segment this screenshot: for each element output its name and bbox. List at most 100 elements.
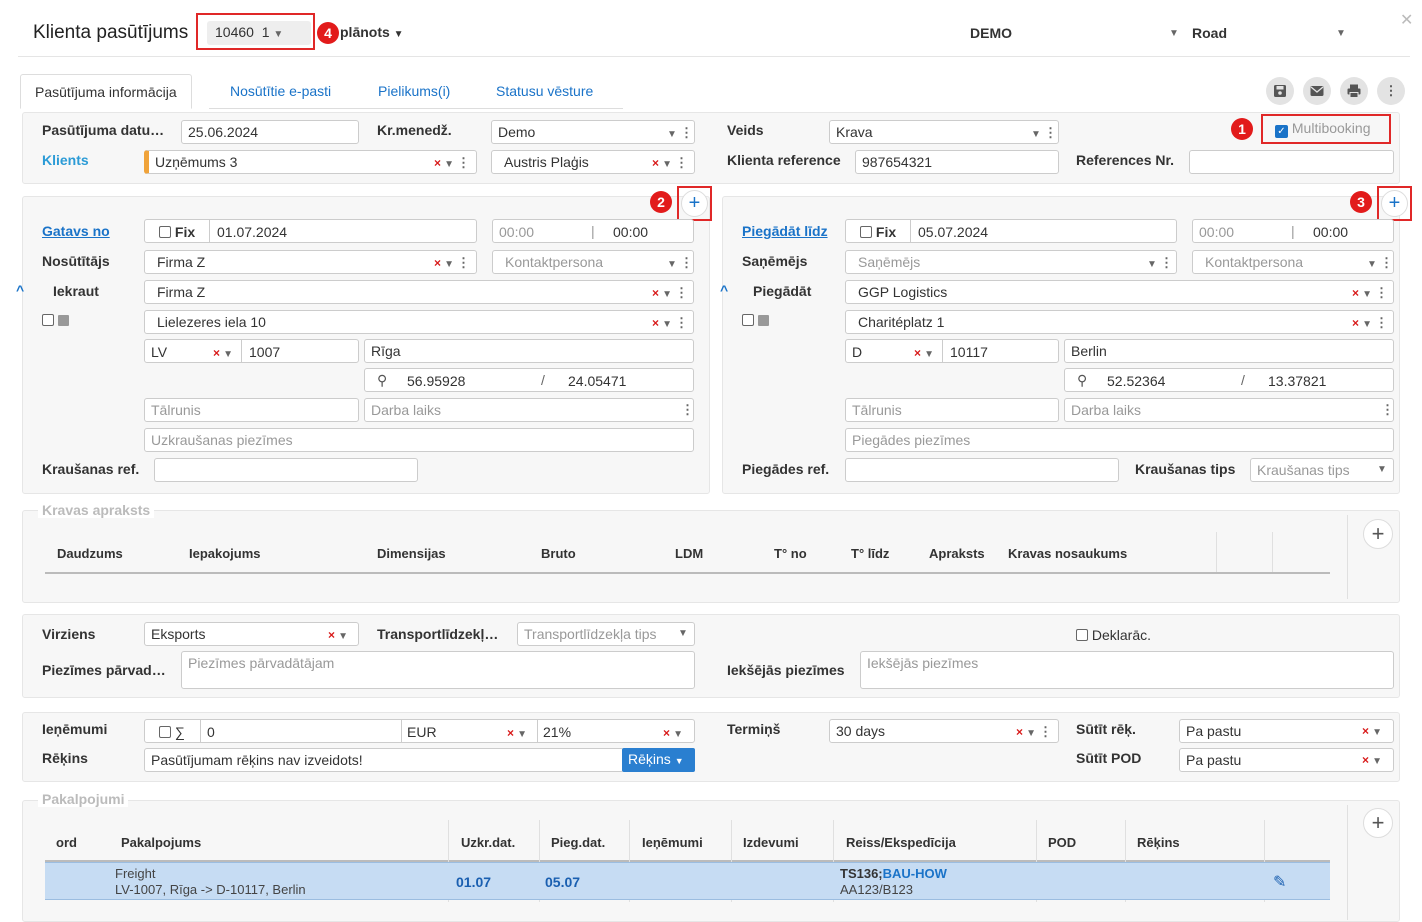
vehicle-type-select[interactable]: Transportlīdzekļa tips [517,622,695,646]
revenue-field[interactable]: ∑ 0 EUR × ▼ 21% × ▼ [144,719,695,743]
hours-more-icon[interactable]: ⋮ [1381,402,1394,418]
pickup-time-range[interactable]: 00:00 | 00:00 [492,219,694,243]
pickup-hours-input[interactable]: Darba laiks [364,398,694,422]
more-options-icon[interactable]: ⋮ [1377,77,1405,105]
trip-number[interactable]: TS136;BAU-HOW [840,866,947,881]
sender-select[interactable]: Firma Z [144,250,477,274]
invoice-button[interactable]: Rēķins ▼ [622,748,695,772]
save-address-checkbox[interactable] [42,312,69,328]
receiver-contact-select[interactable]: Kontaktpersona [1192,250,1394,274]
revenue-currency: EUR [407,724,437,740]
send-pod-controls[interactable]: × ▼ [1362,753,1382,767]
delivery-address-select[interactable]: Charitéplatz 1 [845,310,1394,334]
chevron-down-icon[interactable]: ▼ [678,628,688,639]
sender-contact-controls[interactable]: ▼ ⋮ [667,255,693,271]
table-row[interactable]: Freight LV-1007, Rīga -> D-10117, Berlin… [45,862,1330,900]
delivery-ref-input[interactable] [845,458,1119,482]
manager-controls[interactable]: ▼ ⋮ [667,125,693,141]
transport-select[interactable]: Road [1192,25,1227,41]
expedition-link[interactable]: BAU-HOW [883,866,947,881]
contact-controls[interactable]: × ▼ ⋮ [652,155,688,171]
load-place-controls[interactable]: × ▼ ⋮ [652,285,688,301]
sender-controls[interactable]: × ▼ ⋮ [434,255,470,271]
collapse-chevron-up-icon[interactable]: ^ [720,282,728,298]
save-address-checkbox[interactable] [742,312,769,328]
service-delivery-date: 05.07 [545,874,581,890]
fix-checkbox[interactable]: Fix [860,224,896,240]
deliver-until-label[interactable]: Piegādāt līdz [742,223,828,239]
delivery-country-select[interactable]: D × ▼ 10117 [845,339,1059,363]
delivery-hours-input[interactable]: Darba laiks [1064,398,1394,422]
pickup-notes-input[interactable]: Uzkraušanas piezīmes [144,428,694,452]
client-label[interactable]: Klients [42,152,89,168]
invoice-label: Rēķins [42,750,88,766]
hours-more-icon[interactable]: ⋮ [681,402,694,418]
delivery-notes-input[interactable]: Piegādes piezīmes [845,428,1394,452]
status-dropdown[interactable]: plānots ▼ [340,24,404,40]
pickup-date-field[interactable]: Fix 01.07.2024 [144,219,477,243]
fix-checkbox[interactable]: Fix [159,224,195,240]
chevron-down-icon[interactable]: ▼ [1169,28,1179,39]
pickup-address-controls[interactable]: × ▼ ⋮ [652,315,688,331]
client-controls[interactable]: × ▼ ⋮ [434,155,470,171]
term-controls[interactable]: × ▼ ⋮ [1016,724,1052,740]
print-icon[interactable] [1340,77,1368,105]
manager-select[interactable]: Demo [491,120,695,144]
delivery-coordinates[interactable]: ⚲ 52.52364 / 13.37821 [1064,368,1394,392]
deliver-place-controls[interactable]: × ▼ ⋮ [1352,285,1388,301]
edit-pencil-icon[interactable]: ✎ [1273,872,1286,892]
type-controls[interactable]: ▼ ⋮ [1031,125,1057,141]
load-type-select[interactable]: Kraušanas tips [1250,458,1394,482]
tab-sent-emails[interactable]: Nosūtītie e-pasti [216,74,345,109]
save-icon[interactable] [1266,77,1294,105]
send-invoice-controls[interactable]: × ▼ [1362,724,1382,738]
tab-status-history[interactable]: Statusu vēsture [482,74,607,109]
delivery-date-field[interactable]: Fix 05.07.2024 [845,219,1177,243]
declaration-checkbox[interactable]: Deklarāc. [1076,627,1151,643]
load-place-select[interactable]: Firma Z [144,280,694,304]
receiver-contact-controls[interactable]: ▼ ⋮ [1367,255,1393,271]
fix-label: Fix [875,224,897,240]
delivery-time-range[interactable]: 00:00 | 00:00 [1192,219,1394,243]
sum-checkbox[interactable]: ∑ [159,724,185,740]
company-select[interactable]: DEMO [970,25,1012,41]
ready-from-label[interactable]: Gatavs no [42,223,110,239]
add-pickup-button[interactable]: + [681,190,708,217]
pickup-city-input[interactable]: Rīga [364,339,694,363]
client-reference-input[interactable]: 987654321 [855,150,1059,174]
email-icon[interactable] [1303,77,1331,105]
client-select[interactable]: Uzņēmums 3 [144,150,477,174]
delivery-address-controls[interactable]: × ▼ ⋮ [1352,315,1388,331]
pickup-phone-input[interactable]: Tālrunis [144,398,359,422]
deliver-place-select[interactable]: GGP Logistics [845,280,1394,304]
delivery-city-input[interactable]: Berlin [1064,339,1394,363]
direction-select[interactable]: Eksports [144,622,359,646]
internal-notes-textarea[interactable]: Iekšējās piezīmes [860,651,1394,689]
type-select[interactable]: Krava [829,120,1059,144]
tab-order-info[interactable]: Pasūtījuma informācija [20,74,192,109]
callout-badge-3: 3 [1350,191,1372,213]
delivery-phone-input[interactable]: Tālrunis [845,398,1059,422]
collapse-chevron-up-icon[interactable]: ^ [16,282,24,298]
delivery-zip: 10117 [950,344,988,360]
add-service-button[interactable]: + [1363,808,1393,838]
carrier-notes-textarea[interactable]: Piezīmes pārvadātājam [181,651,695,689]
multibooking-checkbox[interactable]: ✓ Multibooking [1275,120,1371,138]
order-date-input[interactable]: 25.06.2024 [181,120,359,144]
floppy-icon [57,315,69,326]
tab-attachments[interactable]: Pielikums(i) [364,74,464,109]
receiver-controls[interactable]: ▼ ⋮ [1147,255,1173,271]
add-delivery-button[interactable]: + [1381,190,1408,217]
receiver-select[interactable]: Saņēmējs [845,250,1177,274]
chevron-down-icon[interactable]: ▼ [1336,28,1346,39]
chevron-down-icon[interactable]: ▼ [1377,464,1387,475]
close-icon[interactable]: ✕ [1400,10,1413,30]
sender-contact-select[interactable]: Kontaktpersona [492,250,694,274]
direction-controls[interactable]: × ▼ [328,628,348,642]
add-cargo-button[interactable]: + [1363,519,1393,549]
pickup-coordinates[interactable]: ⚲ 56.95928 / 24.05471 [364,368,694,392]
reference-no-input[interactable] [1189,150,1394,174]
pickup-ref-input[interactable] [154,458,418,482]
pickup-country-select[interactable]: LV × ▼ 1007 [144,339,359,363]
pickup-address-select[interactable]: Lielezeres iela 10 [144,310,694,334]
